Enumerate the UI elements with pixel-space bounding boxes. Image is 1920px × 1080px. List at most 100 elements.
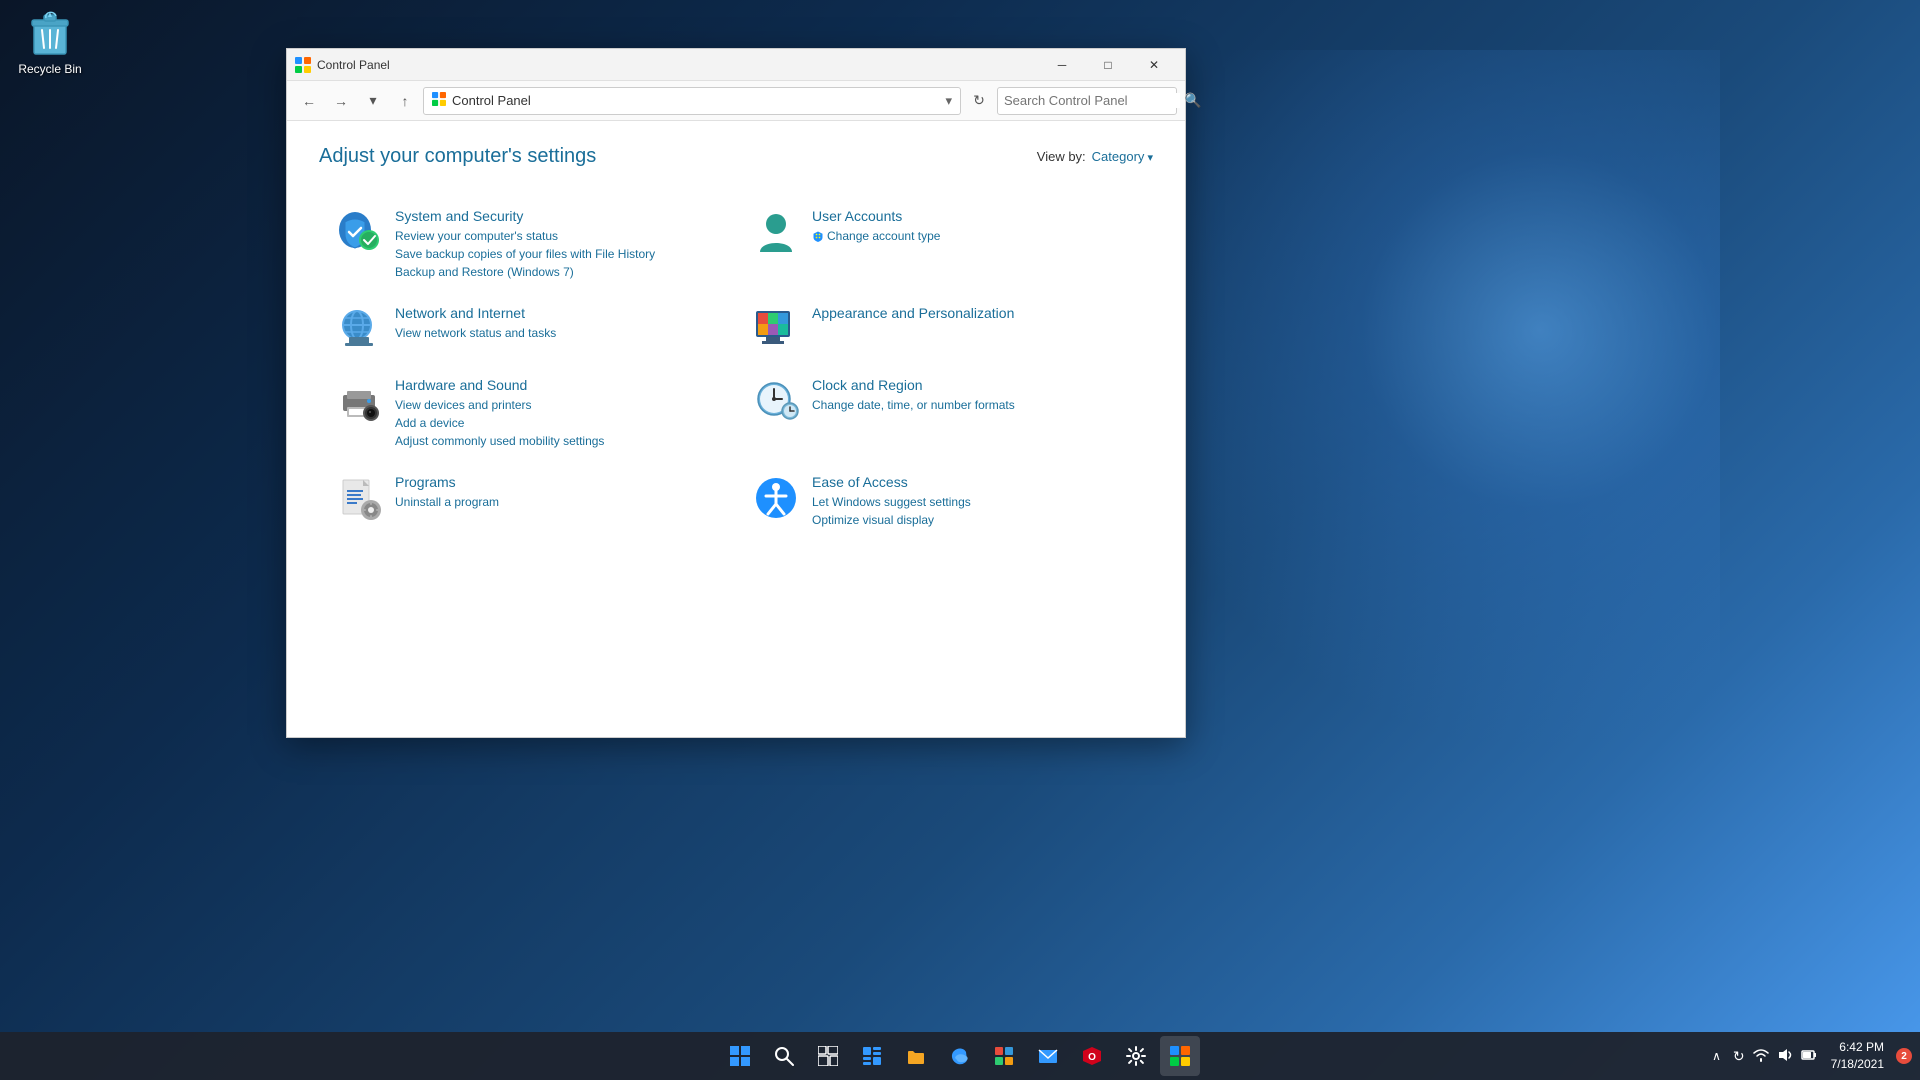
clock-region-title[interactable]: Clock and Region [812,377,1137,393]
recycle-bin-svg [26,10,74,58]
taskbar-center: O [720,1036,1200,1076]
category-network-internet[interactable]: Network and Internet View network status… [319,293,736,365]
clock-region-icon [752,377,800,425]
address-icon [432,92,446,109]
ease-of-access-link-1[interactable]: Let Windows suggest settings [812,493,1137,511]
network-internet-link-1[interactable]: View network status and tasks [395,324,720,342]
system-security-title[interactable]: System and Security [395,208,720,224]
hardware-sound-link-3[interactable]: Adjust commonly used mobility settings [395,432,720,450]
ease-of-access-text: Ease of Access Let Windows suggest setti… [812,474,1137,529]
taskbar-right: ∧ ↻ [1708,1037,1920,1075]
volume-icon[interactable] [1775,1045,1795,1068]
search-icon[interactable]: 🔍 [1184,92,1201,109]
maximize-button[interactable]: □ [1085,49,1131,81]
view-by: View by: Category [1037,149,1153,164]
title-bar-title: Control Panel [317,58,390,72]
store-button[interactable] [984,1036,1024,1076]
clock-time: 6:42 PM [1831,1039,1884,1056]
category-programs[interactable]: Programs Uninstall a program [319,462,736,541]
system-security-link-2[interactable]: Save backup copies of your files with Fi… [395,245,720,263]
ease-of-access-title[interactable]: Ease of Access [812,474,1137,490]
settings-button[interactable] [1116,1036,1156,1076]
title-bar-left: Control Panel [295,57,390,73]
main-content: Adjust your computer's settings View by:… [287,121,1185,737]
clock-region-text: Clock and Region Change date, time, or n… [812,377,1137,414]
refresh-button[interactable]: ↻ [965,87,993,115]
user-accounts-link-1[interactable]: Change account type [812,227,1137,245]
address-field[interactable]: Control Panel ▾ [423,87,961,115]
category-user-accounts[interactable]: User Accounts Change account type [736,196,1153,293]
hardware-sound-link-1[interactable]: View devices and printers [395,396,720,414]
task-view-button[interactable] [808,1036,848,1076]
network-internet-icon [335,305,383,353]
view-by-dropdown[interactable]: Category [1092,149,1153,164]
search-box[interactable]: 🔍 [997,87,1177,115]
search-input[interactable] [1004,93,1180,108]
clock[interactable]: 6:42 PM 7/18/2021 [1825,1037,1890,1075]
sync-icon[interactable]: ↻ [1731,1046,1747,1067]
file-explorer-button[interactable] [896,1036,936,1076]
category-system-security[interactable]: System and Security Review your computer… [319,196,736,293]
user-accounts-text: User Accounts Change account type [812,208,1137,245]
hardware-sound-link-2[interactable]: Add a device [395,414,720,432]
widgets-button[interactable] [852,1036,892,1076]
mail-button[interactable] [1028,1036,1068,1076]
recycle-bin-icon[interactable]: Recycle Bin [10,10,90,76]
clock-region-link-1[interactable]: Change date, time, or number formats [812,396,1137,414]
title-bar: Control Panel ─ □ ✕ [287,49,1185,81]
start-button[interactable] [720,1036,760,1076]
system-security-link-3[interactable]: Backup and Restore (Windows 7) [395,263,720,281]
user-accounts-title[interactable]: User Accounts [812,208,1137,224]
programs-text: Programs Uninstall a program [395,474,720,511]
programs-icon [335,474,383,522]
page-title: Adjust your computer's settings [319,145,596,168]
svg-text:O: O [1088,1052,1096,1063]
minimize-button[interactable]: ─ [1039,49,1085,81]
tray-icons: ↻ [1731,1045,1819,1068]
appearance-icon [752,305,800,353]
programs-title[interactable]: Programs [395,474,720,490]
hardware-sound-title[interactable]: Hardware and Sound [395,377,720,393]
page-header: Adjust your computer's settings View by:… [319,145,1153,168]
notification-badge[interactable]: 2 [1896,1048,1912,1064]
back-button[interactable]: ← [295,87,323,115]
hardware-sound-text: Hardware and Sound View devices and prin… [395,377,720,450]
desktop: Recycle Bin Control Panel ─ □ ✕ [0,0,1920,1080]
view-by-label: View by: [1037,149,1086,164]
address-dropdown-button[interactable]: ▾ [945,93,952,109]
control-panel-window: Control Panel ─ □ ✕ ← → ▾ ↑ [286,48,1186,738]
ease-of-access-link-2[interactable]: Optimize visual display [812,511,1137,529]
title-bar-icon [295,57,311,73]
ease-of-access-icon [752,474,800,522]
system-security-icon [335,208,383,256]
system-security-link-1[interactable]: Review your computer's status [395,227,720,245]
address-bar: ← → ▾ ↑ Control Panel ▾ ↻ 🔍 [287,81,1185,121]
forward-button[interactable]: → [327,87,355,115]
appearance-title[interactable]: Appearance and Personalization [812,305,1137,321]
network-internet-title[interactable]: Network and Internet [395,305,720,321]
system-security-text: System and Security Review your computer… [395,208,720,281]
recent-locations-button[interactable]: ▾ [359,87,387,115]
categories-grid: System and Security Review your computer… [319,196,1153,541]
close-button[interactable]: ✕ [1131,49,1177,81]
programs-link-1[interactable]: Uninstall a program [395,493,720,511]
taskbar: O ∧ [0,1032,1920,1080]
category-clock-region[interactable]: Clock and Region Change date, time, or n… [736,365,1153,462]
office-button[interactable]: O [1072,1036,1112,1076]
category-hardware-sound[interactable]: Hardware and Sound View devices and prin… [319,365,736,462]
battery-icon[interactable] [1799,1045,1819,1068]
category-appearance[interactable]: Appearance and Personalization [736,293,1153,365]
category-ease-of-access[interactable]: Ease of Access Let Windows suggest setti… [736,462,1153,541]
tray-expand-button[interactable]: ∧ [1708,1045,1725,1067]
user-accounts-icon [752,208,800,256]
wifi-icon[interactable] [1751,1045,1771,1068]
up-button[interactable]: ↑ [391,87,419,115]
recycle-bin-label: Recycle Bin [18,62,81,76]
network-internet-text: Network and Internet View network status… [395,305,720,342]
taskbar-search-button[interactable] [764,1036,804,1076]
window-controls: ─ □ ✕ [1039,49,1177,81]
control-panel-taskbar-button[interactable] [1160,1036,1200,1076]
hardware-sound-icon [335,377,383,425]
address-text: Control Panel [452,93,939,108]
edge-button[interactable] [940,1036,980,1076]
